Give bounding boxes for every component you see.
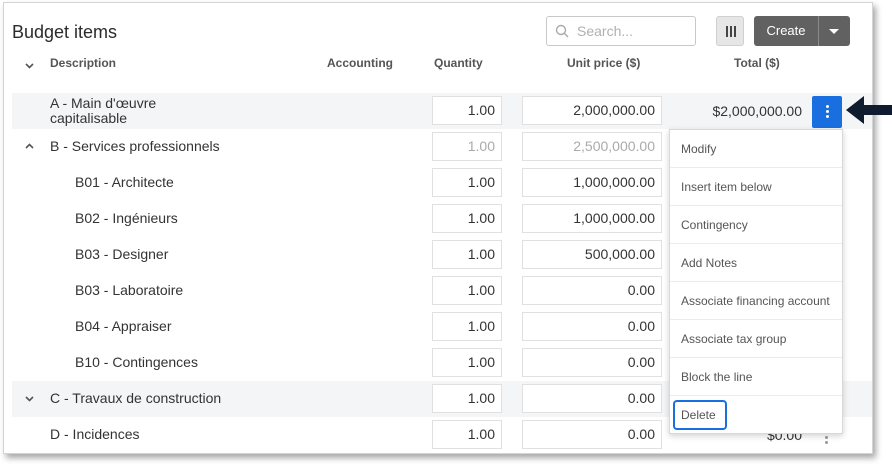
quantity-field[interactable]: 1.00 bbox=[432, 276, 502, 305]
quantity-field[interactable]: 1.00 bbox=[432, 420, 502, 449]
row-description: B01 - Architecte bbox=[75, 174, 174, 190]
row-description: B03 - Designer bbox=[75, 246, 169, 262]
menu-item-block-the-line[interactable]: Block the line bbox=[670, 358, 842, 396]
row-description: B10 - Contingences bbox=[75, 354, 198, 370]
create-button[interactable]: Create bbox=[754, 16, 818, 46]
col-header-quantity[interactable]: Quantity bbox=[434, 56, 483, 70]
row-actions-button[interactable] bbox=[812, 96, 842, 128]
search-box[interactable] bbox=[546, 16, 696, 46]
col-header-unit-price[interactable]: Unit price ($) bbox=[567, 56, 640, 70]
row-context-menu: Modify Insert item below Contingency Add… bbox=[669, 129, 843, 434]
quantity-field[interactable]: 1.00 bbox=[432, 96, 502, 125]
col-header-total[interactable]: Total ($) bbox=[734, 56, 780, 70]
unit-price-field[interactable]: 1,000,000.00 bbox=[522, 168, 662, 197]
unit-price-field[interactable]: 0.00 bbox=[522, 312, 662, 341]
row-description: B03 - Laboratoire bbox=[75, 282, 184, 298]
quantity-field[interactable]: 1.00 bbox=[432, 240, 502, 269]
menu-item-insert-item-below[interactable]: Insert item below bbox=[670, 168, 842, 206]
unit-price-field[interactable]: 1,000,000.00 bbox=[522, 204, 662, 233]
page-title: Budget items bbox=[12, 22, 118, 42]
unit-price-field[interactable]: 0.00 bbox=[522, 420, 662, 449]
menu-item-associate-financing-account[interactable]: Associate financing account bbox=[670, 282, 842, 320]
delete-highlight bbox=[673, 400, 727, 430]
search-icon bbox=[555, 24, 569, 38]
chevron-down-icon[interactable] bbox=[25, 61, 34, 70]
col-header-description[interactable]: Description bbox=[50, 56, 116, 70]
row-description: B - Services professionnels bbox=[50, 138, 220, 154]
menu-item-modify[interactable]: Modify bbox=[670, 130, 842, 168]
row-description: D - Incidences bbox=[50, 426, 140, 442]
search-input[interactable] bbox=[577, 21, 689, 41]
quantity-field[interactable]: 1.00 bbox=[432, 168, 502, 197]
row-description: B02 - Ingénieurs bbox=[75, 210, 178, 226]
quantity-field[interactable]: 1.00 bbox=[432, 312, 502, 341]
unit-price-field[interactable]: 0.00 bbox=[522, 384, 662, 413]
create-divider bbox=[818, 16, 819, 46]
row-total: $2,000,000.00 bbox=[712, 103, 802, 119]
unit-price-field[interactable]: 2,000,000.00 bbox=[522, 96, 662, 125]
unit-price-field[interactable]: 500,000.00 bbox=[522, 240, 662, 269]
quantity-field: 1.00 bbox=[432, 132, 502, 161]
menu-item-add-notes[interactable]: Add Notes bbox=[670, 244, 842, 282]
chevron-up-icon[interactable] bbox=[25, 142, 34, 151]
row-description: C - Travaux de construction bbox=[50, 390, 222, 406]
menu-item-contingency[interactable]: Contingency bbox=[670, 206, 842, 244]
menu-item-delete[interactable]: Delete bbox=[670, 396, 842, 434]
menu-item-associate-tax-group[interactable]: Associate tax group bbox=[670, 320, 842, 358]
unit-price-field[interactable]: 0.00 bbox=[522, 276, 662, 305]
row-description: A - Main d'œuvre capitalisable bbox=[50, 95, 157, 126]
unit-price-field: 2,500,000.00 bbox=[522, 132, 662, 161]
budget-items-panel: Budget items Create Description Accounti… bbox=[3, 2, 873, 454]
arrow-left-icon bbox=[846, 96, 892, 124]
chevron-down-icon[interactable] bbox=[25, 394, 34, 403]
columns-button[interactable] bbox=[716, 16, 744, 46]
col-header-accounting[interactable]: Accounting bbox=[327, 56, 393, 70]
create-button-group: Create bbox=[754, 16, 850, 46]
caret-down-icon[interactable] bbox=[829, 29, 839, 34]
row-description: B04 - Appraiser bbox=[75, 318, 172, 334]
quantity-field[interactable]: 1.00 bbox=[432, 348, 502, 377]
unit-price-field[interactable]: 0.00 bbox=[522, 348, 662, 377]
quantity-field[interactable]: 1.00 bbox=[432, 384, 502, 413]
quantity-field[interactable]: 1.00 bbox=[432, 204, 502, 233]
